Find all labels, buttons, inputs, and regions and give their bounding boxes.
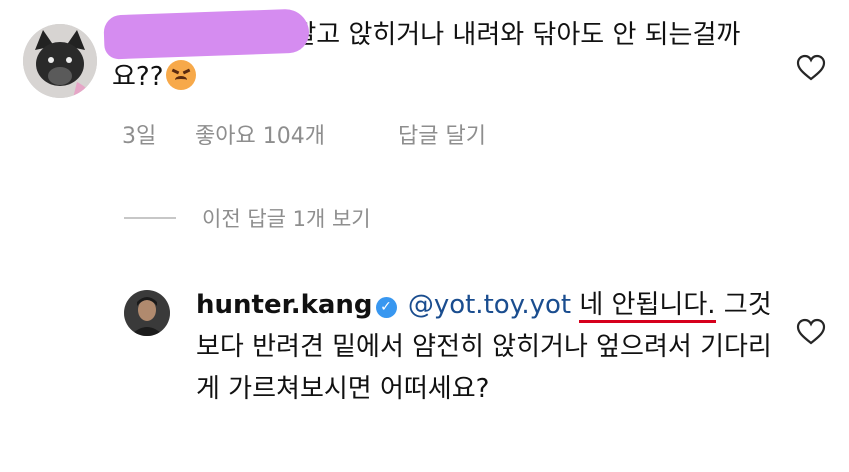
- commenter-avatar[interactable]: [23, 24, 97, 98]
- persevering-face-emoji: [165, 60, 196, 90]
- like-heart-icon[interactable]: [796, 318, 826, 346]
- comment-timestamp: 3일: [122, 124, 157, 149]
- redaction-mark: [103, 8, 310, 60]
- reply-username[interactable]: hunter.kang: [196, 290, 373, 320]
- view-previous-replies-button[interactable]: 이전 답글 1개 보기: [124, 203, 371, 233]
- reply-button[interactable]: 답글 달기: [398, 118, 486, 150]
- like-heart-icon[interactable]: [796, 54, 826, 82]
- view-replies-label: 이전 답글 1개 보기: [202, 207, 371, 231]
- likes-count[interactable]: 좋아요 104개: [195, 118, 325, 150]
- verified-badge-icon: ✓: [375, 297, 397, 318]
- reply-body: hunter.kang ✓ @yot.toy.yot 네 안됩니다. 그것보다 반…: [196, 284, 786, 410]
- mention-link[interactable]: @yot.toy.yot: [408, 290, 571, 320]
- divider-line: [124, 217, 176, 219]
- underlined-text-2: 다.: [683, 290, 716, 323]
- underlined-text-1: 네 안됩니: [579, 290, 684, 323]
- dog-avatar-icon: [23, 24, 97, 98]
- reply-avatar[interactable]: [124, 290, 170, 336]
- person-avatar-icon: [124, 290, 170, 336]
